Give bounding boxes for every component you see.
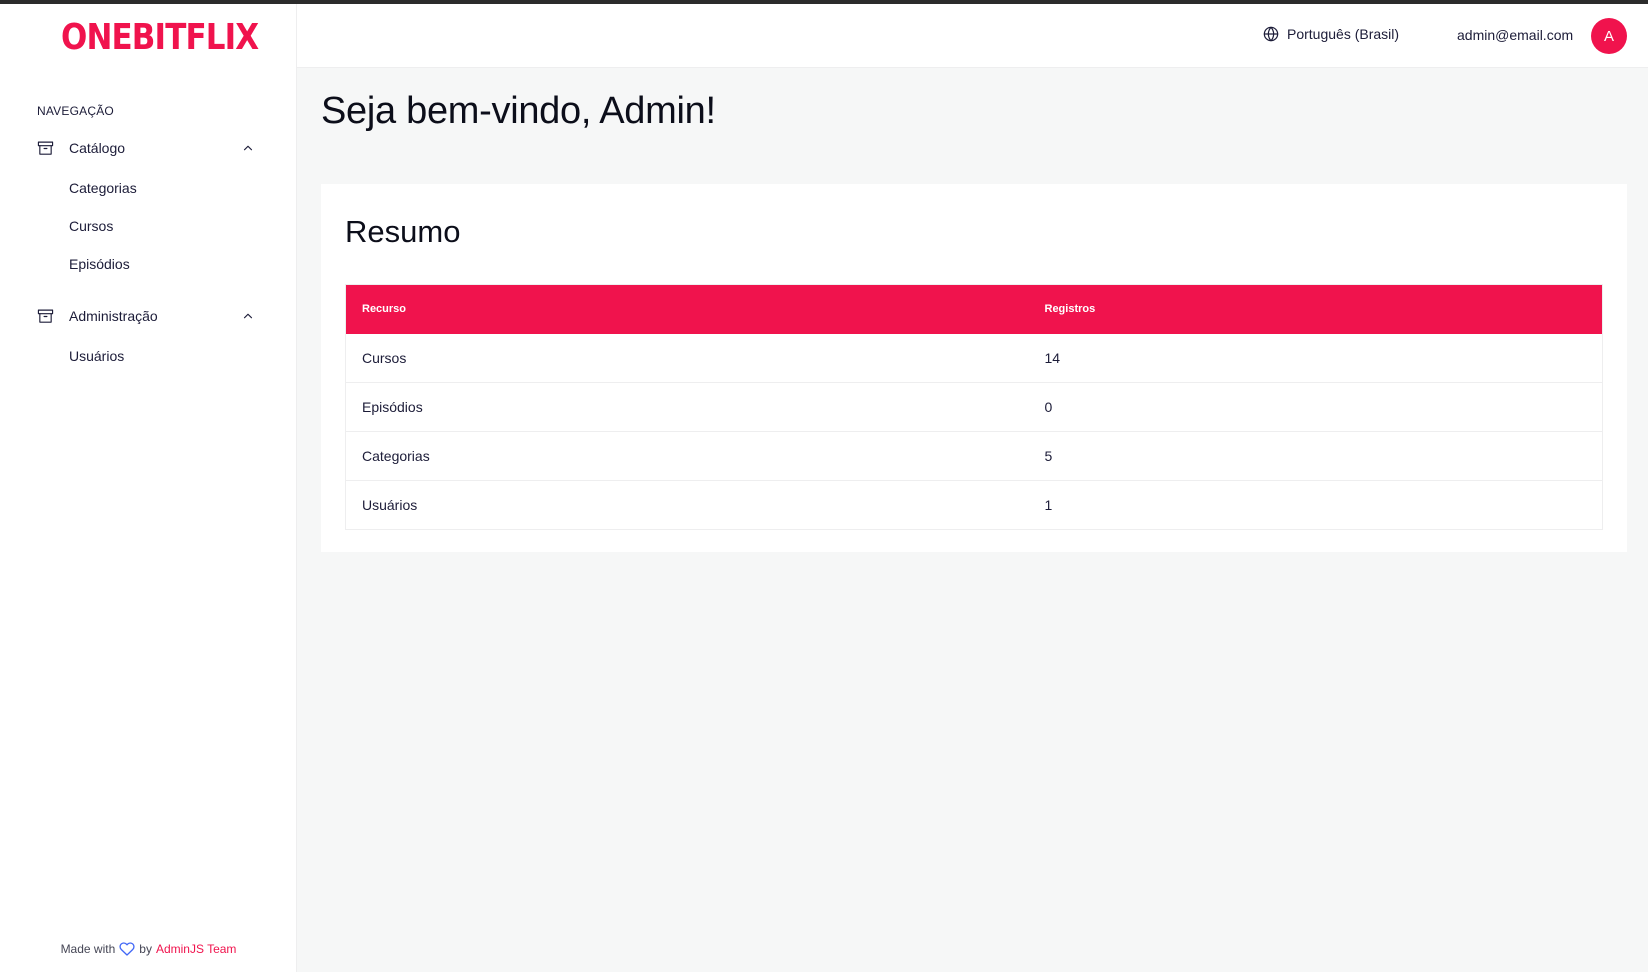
sidebar-item-cursos[interactable]: Cursos	[69, 214, 113, 238]
count-cell: 0	[1028, 382, 1603, 432]
table-row[interactable]: Categorias 5	[345, 431, 1603, 481]
count-cell: 5	[1028, 431, 1603, 481]
nav-heading: NAVEGAÇÃO	[37, 104, 114, 118]
column-header-recurso: Recurso	[345, 284, 1029, 334]
column-header-registros: Registros	[1028, 284, 1603, 334]
footer-made-with: Made with	[60, 942, 116, 956]
logo[interactable]: ONEBITFLIX	[61, 16, 259, 60]
language-selector[interactable]: Português (Brasil)	[1263, 26, 1399, 42]
avatar[interactable]: A	[1591, 18, 1627, 54]
chevron-up-icon[interactable]	[241, 309, 255, 323]
globe-icon	[1263, 26, 1279, 42]
sidebar-item-categorias[interactable]: Categorias	[69, 176, 137, 200]
app-shell: ONEBITFLIX NAVEGAÇÃO Catálogo Categorias…	[0, 4, 1648, 972]
count-cell: 1	[1028, 480, 1603, 530]
table-row[interactable]: Cursos 14	[345, 333, 1603, 383]
chevron-up-icon[interactable]	[241, 141, 255, 155]
language-label: Português (Brasil)	[1287, 26, 1400, 42]
archive-icon	[37, 308, 54, 325]
sidebar-item-episodios[interactable]: Episódios	[69, 252, 130, 276]
heart-icon	[119, 941, 135, 957]
summary-card: Resumo Recurso Registros Cursos 14 Episó…	[321, 184, 1627, 552]
archive-icon	[37, 140, 54, 157]
table-row[interactable]: Usuários 1	[345, 480, 1603, 530]
main-content: Português (Brasil) admin@email.com A Sej…	[297, 4, 1648, 972]
page-title: Seja bem-vindo, Admin!	[321, 90, 716, 132]
footer: Made with by AdminJS Team	[0, 941, 297, 957]
sidebar: ONEBITFLIX NAVEGAÇÃO Catálogo Categorias…	[0, 4, 297, 972]
nav-group-label: Catálogo	[69, 140, 126, 156]
nav-group-label: Administração	[69, 308, 158, 324]
table-header-row: Recurso Registros	[345, 284, 1603, 334]
summary-title: Resumo	[345, 214, 461, 249]
sidebar-item-usuarios[interactable]: Usuários	[69, 344, 124, 368]
resource-cell: Categorias	[345, 431, 1029, 481]
count-cell: 14	[1028, 333, 1603, 383]
topbar: Português (Brasil) admin@email.com A	[297, 4, 1648, 68]
summary-table: Recurso Registros Cursos 14 Episódios 0 …	[345, 284, 1603, 530]
resource-cell: Cursos	[345, 333, 1029, 383]
nav-group-administracao[interactable]: Administração	[37, 301, 255, 331]
footer-by: by	[139, 942, 152, 956]
table-row[interactable]: Episódios 0	[345, 382, 1603, 432]
user-email[interactable]: admin@email.com	[1457, 27, 1573, 43]
nav-group-catalogo[interactable]: Catálogo	[37, 133, 255, 163]
resource-cell: Usuários	[345, 480, 1029, 530]
footer-team-link[interactable]: AdminJS Team	[156, 942, 236, 956]
resource-cell: Episódios	[345, 382, 1029, 432]
